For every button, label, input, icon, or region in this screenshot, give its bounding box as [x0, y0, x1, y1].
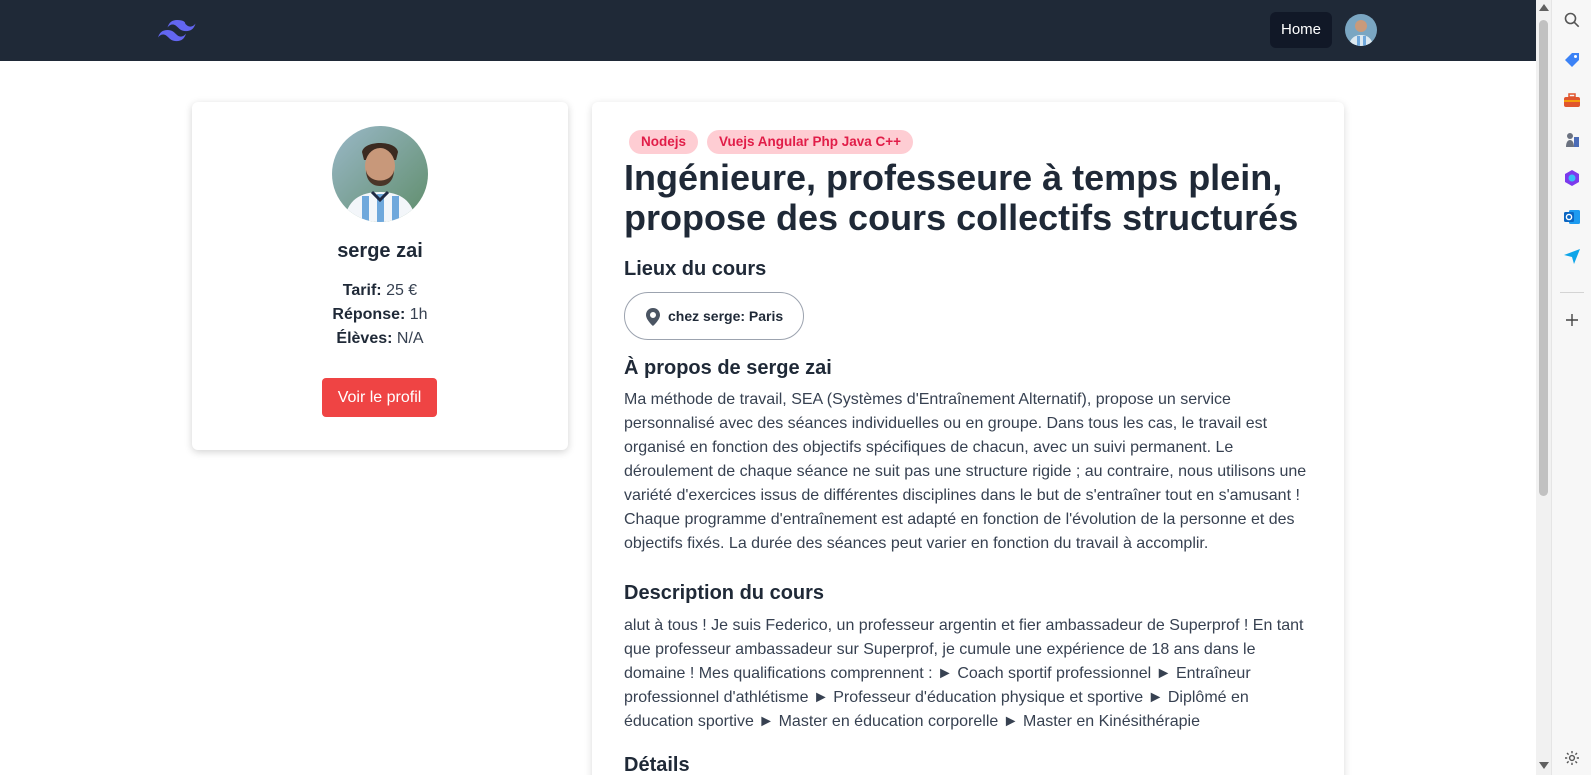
- top-navbar: Home: [0, 0, 1536, 61]
- eleves-value: N/A: [396, 330, 424, 347]
- page-scrollbar[interactable]: [1536, 0, 1551, 775]
- settings-icon[interactable]: [1562, 748, 1582, 768]
- tarif-value: 25 €: [386, 282, 418, 299]
- profile-card: serge zai Tarif: 25 € Réponse: 1h Élèves…: [192, 102, 568, 450]
- home-button[interactable]: Home: [1270, 12, 1332, 48]
- eleves-label: Élèves:: [336, 330, 393, 347]
- chess-icon[interactable]: [1562, 130, 1582, 150]
- outlook-icon[interactable]: [1562, 207, 1582, 227]
- reponse-row: Réponse: 1h: [192, 306, 568, 324]
- scroll-thumb[interactable]: [1539, 20, 1548, 496]
- user-avatar[interactable]: [1345, 14, 1377, 46]
- description-text: alut à tous ! Je suis Federico, un profe…: [624, 617, 1304, 730]
- sidebar-separator: [1560, 292, 1584, 293]
- toolbox-icon[interactable]: [1562, 90, 1582, 110]
- profile-avatar: [332, 126, 428, 222]
- details-heading: Détails: [624, 754, 690, 775]
- about-text: Ma méthode de travail, SEA (Systèmes d'E…: [624, 391, 1307, 552]
- location-pill[interactable]: chez serge: Paris: [624, 292, 804, 340]
- add-icon[interactable]: [1562, 310, 1582, 330]
- browser-sidebar: [1551, 0, 1591, 775]
- copilot-icon[interactable]: [1562, 168, 1582, 188]
- profile-name: serge zai: [337, 240, 423, 262]
- eleves-row: Élèves: N/A: [192, 330, 568, 348]
- tailwind-logo-icon[interactable]: [158, 17, 196, 43]
- location-label: chez serge: Paris: [668, 308, 784, 324]
- tag-icon[interactable]: [1562, 50, 1582, 70]
- locations-heading: Lieux du cours: [624, 258, 767, 280]
- tarif-row: Tarif: 25 €: [192, 282, 568, 300]
- send-icon[interactable]: [1562, 246, 1582, 266]
- tarif-label: Tarif:: [342, 282, 382, 299]
- search-icon[interactable]: [1562, 10, 1582, 30]
- view-profile-button[interactable]: Voir le profil: [322, 378, 437, 417]
- scroll-down-arrow-icon[interactable]: [1539, 762, 1549, 769]
- course-title: Ingénieure, professeure à temps plein, p…: [624, 157, 1299, 238]
- tag-nodejs[interactable]: Nodejs: [629, 130, 699, 154]
- reponse-value: 1h: [409, 306, 428, 323]
- map-pin-icon: [646, 308, 660, 326]
- tag-languages[interactable]: Vuejs Angular Php Java C++: [707, 130, 914, 154]
- course-card: Nodejs Vuejs Angular Php Java C++ Ingéni…: [592, 102, 1344, 775]
- scroll-up-arrow-icon[interactable]: [1539, 4, 1549, 11]
- description-heading: Description du cours: [624, 582, 825, 604]
- about-heading: À propos de serge zai: [624, 357, 832, 379]
- reponse-label: Réponse:: [332, 306, 406, 323]
